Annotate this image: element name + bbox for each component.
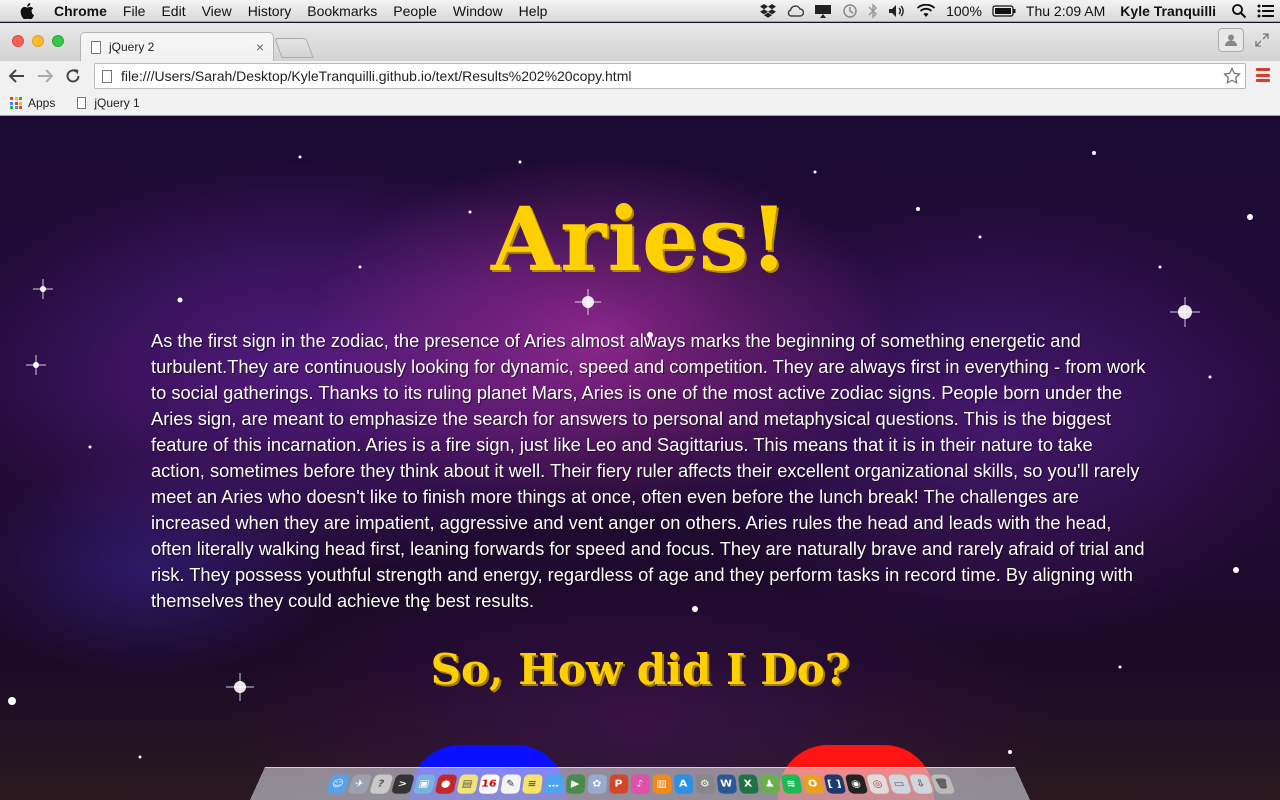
menu-history[interactable]: History: [240, 0, 300, 22]
github-icon[interactable]: ◉: [844, 774, 868, 794]
zoom-window-button[interactable]: [52, 35, 64, 47]
new-tab-button[interactable]: [274, 38, 314, 58]
page-title: Aries!: [490, 187, 790, 291]
result-question: So, How did I Do?: [430, 645, 850, 694]
menu-edit[interactable]: Edit: [153, 0, 193, 22]
tab-close-icon[interactable]: ×: [256, 39, 264, 55]
battery-icon[interactable]: [987, 4, 1021, 17]
back-arrow-icon[interactable]: [6, 65, 28, 87]
page-viewport: Aries! As the first sign in the zodiac, …: [0, 117, 1280, 800]
bookmark-star-icon[interactable]: [1223, 66, 1241, 88]
browser-toolbar: file:///Users/Sarah/Desktop/KyleTranquil…: [0, 61, 1280, 91]
bookmark-jquery-1-label: jQuery 1: [94, 96, 140, 110]
tab-active[interactable]: jQuery 2 ×: [80, 32, 274, 61]
excel-icon[interactable]: X: [737, 774, 759, 794]
volume-icon[interactable]: [883, 4, 911, 18]
help-icon[interactable]: ?: [368, 774, 394, 794]
terminal-icon[interactable]: >: [390, 774, 415, 794]
dropbox-icon[interactable]: [755, 3, 781, 18]
page-icon: [77, 97, 87, 109]
bookmark-apps[interactable]: Apps: [10, 96, 55, 110]
bookmark-jquery-1[interactable]: jQuery 1: [77, 96, 140, 110]
menu-window[interactable]: Window: [445, 0, 511, 22]
user-name[interactable]: Kyle Tranquilli: [1110, 0, 1226, 22]
profile-icon[interactable]: [1218, 28, 1244, 52]
menu-app-name[interactable]: Chrome: [50, 0, 115, 22]
trash-icon[interactable]: 🗑: [929, 774, 956, 794]
notes-icon[interactable]: ≡: [521, 774, 543, 794]
menu-bookmarks[interactable]: Bookmarks: [299, 0, 385, 22]
time-machine-icon[interactable]: [837, 3, 863, 19]
ibooks-icon[interactable]: ▥: [652, 774, 672, 794]
reload-icon[interactable]: [62, 65, 84, 87]
app-store-icon[interactable]: A: [673, 774, 694, 794]
spotify-icon[interactable]: ≋: [780, 774, 803, 794]
page-icon: [91, 40, 101, 54]
documents-folder-icon[interactable]: ▭: [886, 774, 912, 794]
system-preferences-icon[interactable]: ⚙: [694, 774, 715, 794]
word-icon[interactable]: W: [716, 774, 737, 794]
close-window-button[interactable]: [12, 35, 24, 47]
forward-arrow-icon[interactable]: [34, 65, 56, 87]
spotlight-search-icon[interactable]: [1226, 3, 1252, 19]
file-page-icon: [102, 69, 112, 83]
notification-center-icon[interactable]: [1252, 4, 1280, 18]
creative-cloud-icon[interactable]: [781, 4, 809, 17]
menu-bar: Chrome File Edit View History Bookmarks …: [0, 0, 1280, 22]
bookmark-apps-label: Apps: [28, 96, 56, 110]
brackets-icon[interactable]: [ ]: [822, 774, 846, 794]
address-bar[interactable]: file:///Users/Sarah/Desktop/KyleTranquil…: [94, 63, 1246, 89]
airplay-display-icon[interactable]: [809, 4, 837, 18]
tab-title: jQuery 2: [109, 40, 155, 54]
apple-menu-icon[interactable]: [18, 2, 36, 20]
sign-description: As the first sign in the zodiac, the pre…: [151, 330, 1146, 611]
facetime-icon[interactable]: ▶: [565, 774, 586, 794]
photo-booth-icon[interactable]: ●: [434, 774, 458, 794]
calendar-icon[interactable]: 16: [477, 774, 500, 794]
address-url[interactable]: file:///Users/Sarah/Desktop/KyleTranquil…: [121, 68, 631, 84]
dock: ☺ ✈ ? > ▣ ● ▤ 16 ✎ ≡ … ▶ ✿ P ♪ ▥ A ⚙ W X…: [250, 766, 1030, 800]
chrome-menu-icon[interactable]: [1256, 68, 1270, 82]
powerpoint-icon[interactable]: P: [608, 774, 628, 794]
wifi-icon[interactable]: [911, 3, 941, 18]
browser-titlebar: jQuery 2 ×: [0, 23, 1280, 61]
battery-percent[interactable]: 100%: [941, 0, 987, 22]
web-sharing-icon[interactable]: ♟: [758, 774, 781, 794]
finder-icon[interactable]: ☺: [324, 774, 351, 794]
apps-grid-icon: [10, 97, 22, 109]
menu-people[interactable]: People: [385, 0, 445, 22]
bluetooth-icon[interactable]: [863, 2, 883, 19]
preview-icon[interactable]: ▣: [412, 774, 436, 794]
clock[interactable]: Thu 2:09 AM: [1021, 0, 1110, 22]
itunes-icon[interactable]: ♪: [630, 774, 650, 794]
chrome-icon[interactable]: ◎: [865, 774, 890, 794]
launchpad-icon[interactable]: ✈: [346, 774, 372, 794]
bookmarks-bar: Apps jQuery 1: [0, 91, 1280, 116]
menu-help[interactable]: Help: [511, 0, 556, 22]
downloads-folder-icon[interactable]: ⇩: [908, 774, 934, 794]
stickies-icon[interactable]: ▤: [455, 774, 479, 794]
messages-icon[interactable]: …: [543, 774, 564, 794]
fullscreen-icon[interactable]: [1254, 32, 1270, 48]
photos-icon[interactable]: ✿: [586, 774, 607, 794]
minimize-window-button[interactable]: [32, 35, 44, 47]
menu-file[interactable]: File: [115, 0, 154, 22]
outlook-icon[interactable]: O: [801, 774, 825, 794]
textedit-icon[interactable]: ✎: [499, 774, 522, 794]
menu-view[interactable]: View: [194, 0, 240, 22]
status-area: 100% Thu 2:09 AM Kyle Tranquilli: [755, 0, 1280, 22]
